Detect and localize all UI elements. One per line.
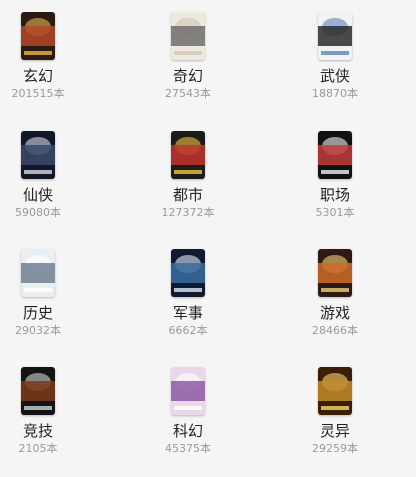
book-cover-image [171, 367, 205, 415]
book-cover-image [21, 249, 55, 297]
category-card-11[interactable]: 科幻 45375本 [133, 367, 243, 477]
category-name: 竞技 [22, 422, 53, 440]
category-name: 灵异 [319, 422, 350, 440]
category-grid: 玄幻 201515本 奇幻 27543本 武侠 18870本 仙侠 59080本… [0, 0, 416, 474]
category-name: 科幻 [172, 422, 203, 440]
book-count: 2105本 [18, 442, 58, 455]
category-name: 职场 [319, 186, 350, 204]
category-name: 军事 [172, 304, 203, 322]
book-count: 45375本 [165, 442, 211, 455]
book-cover-image [171, 131, 205, 179]
category-name: 武侠 [319, 67, 350, 85]
book-count: 29259本 [312, 442, 358, 455]
category-card-2[interactable]: 奇幻 27543本 [133, 12, 243, 122]
book-cover-image [318, 131, 352, 179]
book-count: 6662本 [168, 324, 208, 337]
book-cover-image [21, 131, 55, 179]
category-card-10[interactable]: 竞技 2105本 [0, 367, 93, 477]
book-cover-image [318, 249, 352, 297]
book-cover-image [21, 367, 55, 415]
category-card-12[interactable]: 灵异 29259本 [280, 367, 390, 477]
book-count: 18870本 [312, 87, 358, 100]
category-card-5[interactable]: 都市 127372本 [133, 131, 243, 241]
category-card-4[interactable]: 仙侠 59080本 [0, 131, 93, 241]
category-card-1[interactable]: 玄幻 201515本 [0, 12, 93, 122]
book-cover-image [318, 367, 352, 415]
book-count: 27543本 [165, 87, 211, 100]
book-count: 59080本 [15, 206, 61, 219]
book-count: 5301本 [315, 206, 355, 219]
category-card-8[interactable]: 军事 6662本 [133, 249, 243, 359]
category-card-6[interactable]: 职场 5301本 [280, 131, 390, 241]
category-name: 玄幻 [22, 67, 53, 85]
category-name: 游戏 [319, 304, 350, 322]
book-count: 28466本 [312, 324, 358, 337]
book-cover-image [21, 12, 55, 60]
category-card-9[interactable]: 游戏 28466本 [280, 249, 390, 359]
book-cover-image [318, 12, 352, 60]
category-name: 仙侠 [22, 186, 53, 204]
category-name: 历史 [22, 304, 53, 322]
book-count: 29032本 [15, 324, 61, 337]
book-cover-image [171, 12, 205, 60]
book-cover-image [171, 249, 205, 297]
book-count: 201515本 [11, 87, 65, 100]
book-count: 127372本 [161, 206, 215, 219]
category-card-7[interactable]: 历史 29032本 [0, 249, 93, 359]
category-name: 都市 [172, 186, 203, 204]
category-name: 奇幻 [172, 67, 203, 85]
category-card-3[interactable]: 武侠 18870本 [280, 12, 390, 122]
